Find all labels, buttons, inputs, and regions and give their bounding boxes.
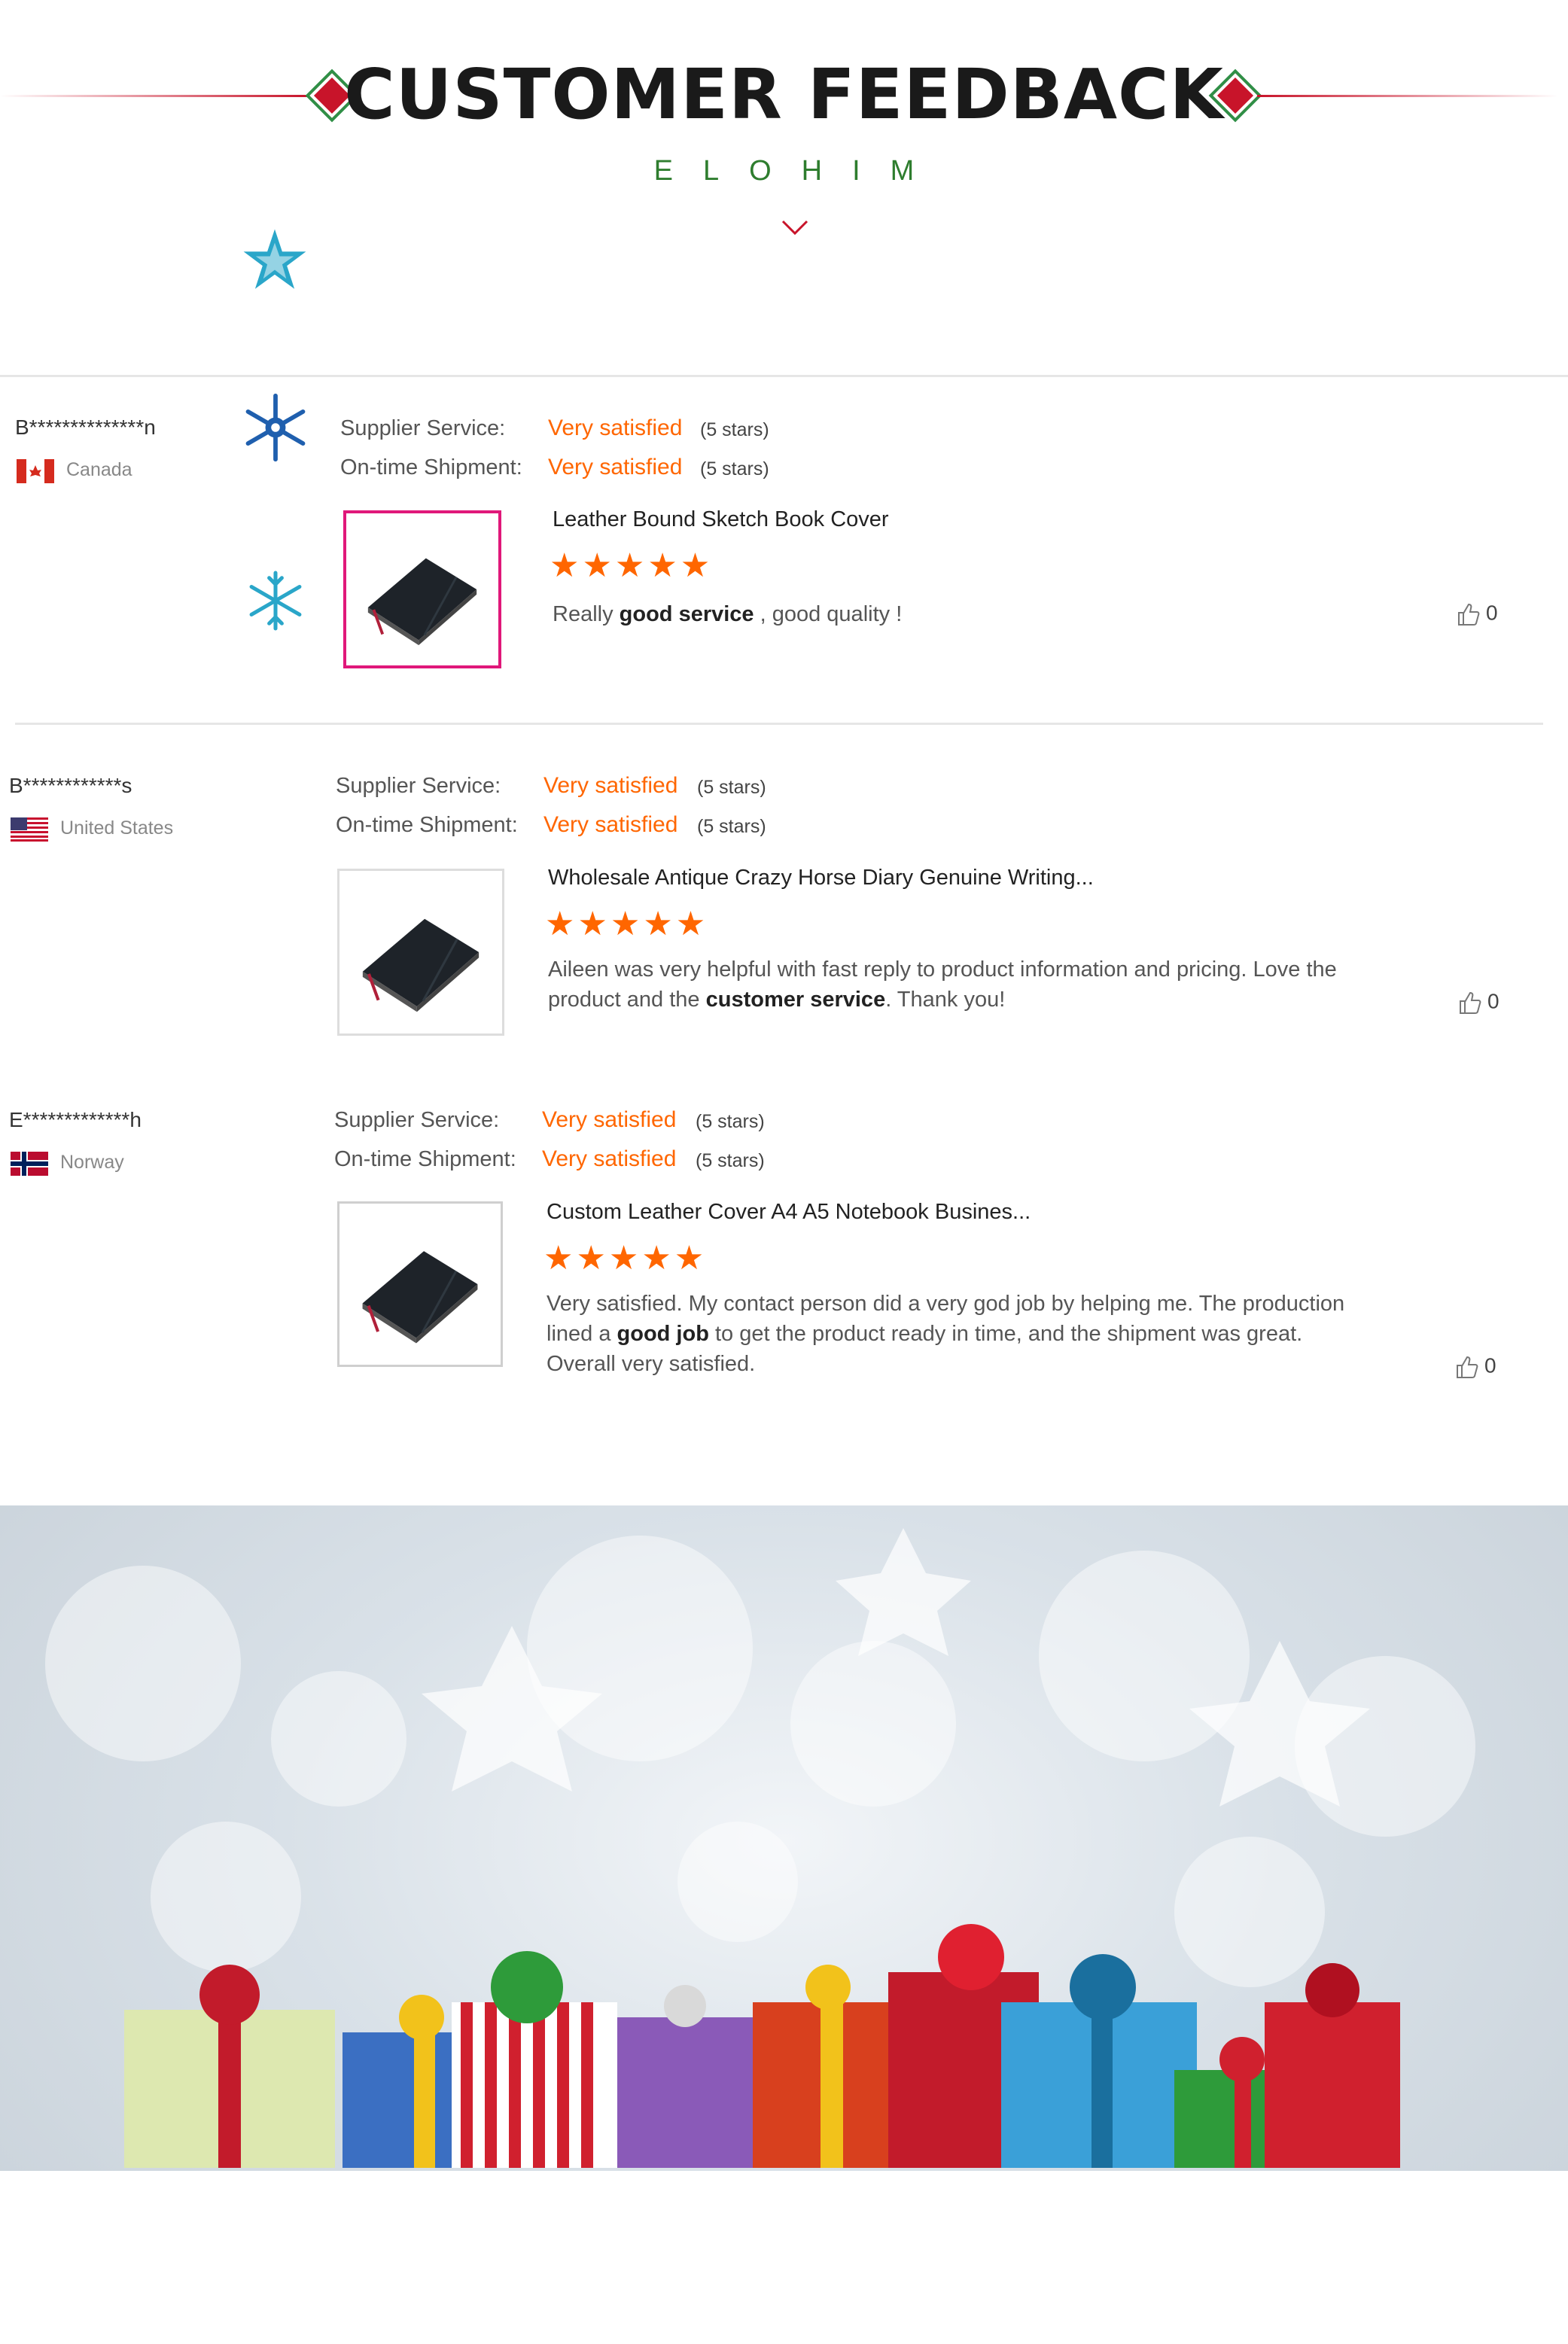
reviewer-name: E*************h [9, 1108, 142, 1131]
product-title-link[interactable]: Leather Bound Sketch Book Cover [553, 507, 889, 532]
review-divider [15, 723, 1543, 725]
like-button[interactable]: 0 [1454, 601, 1498, 628]
chevron-down-icon [781, 220, 808, 236]
product-title-link[interactable]: Wholesale Antique Crazy Horse Diary Genu… [548, 866, 1094, 890]
reviewer-name: B**************n [15, 416, 156, 439]
thumbs-up-icon [1458, 603, 1480, 626]
supplier-service-label: Supplier Service: [336, 774, 501, 798]
star-ornament-icon [243, 229, 306, 289]
snow-ground [0, 2171, 1568, 2344]
supplier-service-stars: (5 stars) [696, 1111, 765, 1132]
rating-stars: ★★★★★ [545, 906, 709, 942]
section-divider [0, 375, 1568, 377]
supplier-service-label: Supplier Service: [334, 1108, 500, 1132]
shipment-stars: (5 stars) [696, 1150, 765, 1171]
shipment-value: Very satisfied [543, 812, 678, 837]
shipment-stars: (5 stars) [700, 458, 769, 479]
supplier-service-value: Very satisfied [542, 1107, 677, 1132]
supplier-service-label: Supplier Service: [340, 416, 506, 440]
like-count: 0 [1484, 1353, 1496, 1377]
shipment-value: Very satisfied [542, 1146, 677, 1171]
like-button[interactable]: 0 [1456, 989, 1499, 1016]
canada-flag-icon [17, 459, 54, 483]
notebook-image [362, 1251, 478, 1344]
brand-name: ELOHIM [653, 155, 945, 187]
like-count: 0 [1487, 989, 1499, 1013]
usa-flag-icon [11, 817, 48, 842]
reviewer-country: Norway [60, 1152, 124, 1173]
rating-stars: ★★★★★ [543, 1240, 708, 1277]
thumbs-up-icon [1460, 991, 1481, 1014]
review-comment: Really good service , good quality ! [553, 602, 903, 626]
shipment-stars: (5 stars) [697, 816, 766, 837]
header-divider-right [1257, 95, 1558, 97]
product-thumbnail[interactable] [343, 510, 501, 668]
notebook-image [367, 558, 477, 646]
norway-flag-icon [11, 1152, 48, 1176]
christmas-banner-image [0, 1505, 1568, 2344]
supplier-service-stars: (5 stars) [697, 777, 766, 798]
reviewer-country: United States [60, 817, 174, 839]
rating-stars: ★★★★★ [550, 547, 714, 584]
shipment-label: On-time Shipment: [340, 455, 522, 479]
reviewer-country: Canada [66, 459, 132, 480]
reviewer-name: B************s [9, 774, 132, 797]
shipment-label: On-time Shipment: [334, 1147, 516, 1171]
product-thumbnail[interactable] [337, 1201, 503, 1367]
shipment-label: On-time Shipment: [336, 813, 518, 837]
supplier-service-stars: (5 stars) [700, 419, 769, 440]
supplier-service-value: Very satisfied [548, 416, 683, 440]
supplier-service-value: Very satisfied [543, 773, 678, 798]
like-count: 0 [1486, 601, 1498, 625]
thumbs-up-icon [1457, 1356, 1478, 1378]
like-button[interactable]: 0 [1453, 1353, 1496, 1381]
product-title-link[interactable]: Custom Leather Cover A4 A5 Notebook Busi… [547, 1200, 1031, 1225]
notebook-image [362, 918, 480, 1012]
review-comment: Very satisfied. My contact person did a … [547, 1292, 1345, 1376]
snowflake-icon [245, 393, 306, 462]
shipment-value: Very satisfied [548, 455, 683, 479]
product-thumbnail[interactable] [337, 869, 504, 1036]
review-comment: Aileen was very helpful with fast reply … [548, 957, 1337, 1012]
snowflake-icon [249, 571, 302, 631]
